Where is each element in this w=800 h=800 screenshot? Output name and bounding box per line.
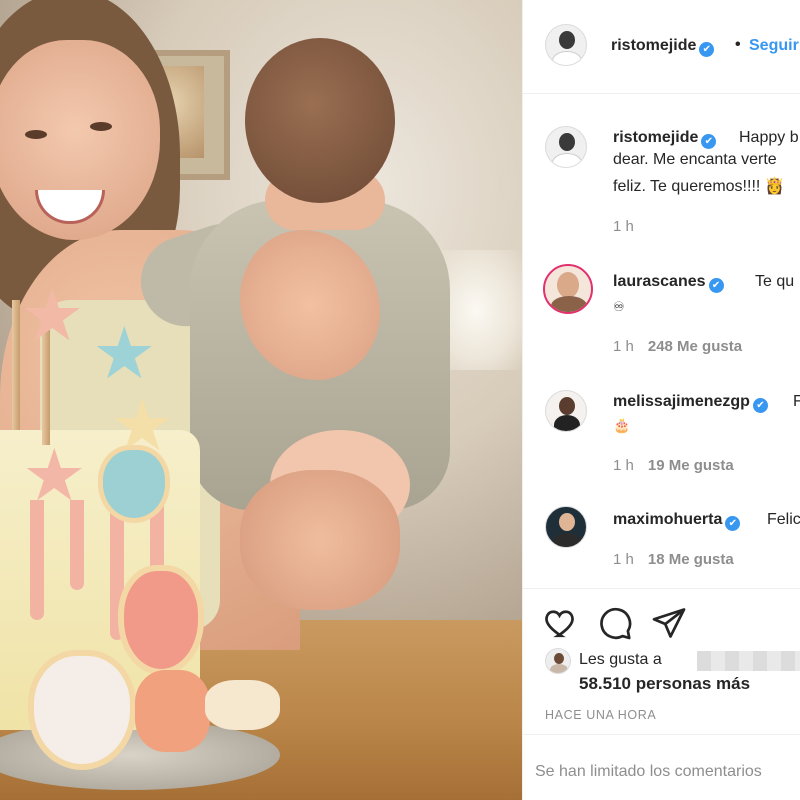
comment-likes[interactable]: 19 Me gusta	[648, 457, 734, 474]
comments-limited-text: Se han limitado los comentarios	[535, 763, 762, 780]
comment-text: F	[793, 391, 800, 413]
verified-badge-icon: ✔	[725, 516, 741, 531]
separator-dot: •	[735, 36, 741, 53]
comment-time[interactable]: 1 h	[613, 218, 634, 235]
commenter-avatar[interactable]	[545, 126, 587, 168]
comment-text: Felic	[767, 511, 800, 528]
eye	[25, 130, 47, 139]
avatar-head	[557, 272, 579, 298]
avatar-head	[559, 31, 575, 49]
verified-badge-icon: ✔	[708, 278, 724, 293]
likes-count[interactable]: 58.510 personas más	[579, 674, 750, 694]
commenter-username-text[interactable]: melissajimenezgp	[613, 393, 750, 410]
avatar-head	[559, 133, 575, 151]
smile	[35, 190, 105, 224]
commenter-username-text[interactable]: maximohuerta	[613, 511, 722, 528]
liker-name-redacted[interactable]	[697, 651, 800, 671]
eye	[90, 122, 112, 131]
avatar-shoulder	[551, 296, 587, 312]
heart-cookie	[28, 650, 136, 770]
author-avatar[interactable]	[545, 24, 587, 66]
avatar-head	[559, 513, 575, 531]
likes-row: Les gusta a	[545, 648, 800, 674]
share-icon[interactable]	[651, 605, 687, 641]
macaron	[135, 670, 210, 752]
likes-prefix: Les gusta a	[579, 651, 662, 668]
post-header: ristomejide ✔ • Seguir	[523, 0, 800, 94]
macaron	[205, 680, 280, 730]
star-cookie: ★	[20, 276, 85, 356]
heart-icon[interactable]	[543, 605, 579, 641]
cake-drip	[30, 500, 44, 620]
commenter-username[interactable]: maximohuerta ✔	[613, 511, 741, 531]
comment-text: Happy b	[739, 129, 799, 146]
star-cookie: ★	[92, 314, 157, 394]
verified-badge-icon: ✔	[699, 42, 715, 57]
woman-hand	[240, 470, 400, 610]
comment: laurascanes ✔ Te qu ♾ 1 h 248 Me gusta	[523, 256, 800, 368]
comments-limited-bar: Se han limitado los comentarios	[523, 734, 800, 800]
commenter-username[interactable]: laurascanes ✔	[613, 273, 724, 293]
author-username-text[interactable]: ristomejide	[611, 37, 696, 54]
avatar-shoulder	[550, 664, 568, 673]
comment-text: Te qu	[755, 273, 795, 290]
caption: ristomejide ✔ Happy b dear. Me encanta ve…	[523, 110, 800, 250]
heart-cookie	[98, 445, 170, 523]
commenter-avatar[interactable]	[545, 390, 587, 432]
comment: maximohuerta ✔ Felic 1 h 18 Me gusta	[523, 494, 800, 584]
comment-time[interactable]: 1 h	[613, 457, 634, 474]
comment-text: feliz. Te queremos!!!! 👸	[613, 178, 785, 195]
avatar-head	[554, 653, 564, 664]
baby-head	[245, 38, 395, 203]
post-photo[interactable]: ★ ★ ★ ★	[0, 0, 522, 800]
comment: melissajimenezgp✔ F 🎂 1 h 19 Me gusta	[523, 376, 800, 486]
commenter-avatar[interactable]	[545, 506, 587, 548]
comment-time[interactable]: 1 h	[613, 338, 634, 355]
comment-likes[interactable]: 248 Me gusta	[648, 338, 742, 355]
comment-text: 🎂	[613, 417, 631, 433]
author-username[interactable]: ristomejide ✔	[611, 37, 715, 57]
commenter-avatar[interactable]	[543, 264, 593, 314]
star-cookie: ★	[22, 436, 87, 516]
comment-icon[interactable]	[597, 605, 633, 641]
follow-button[interactable]: Seguir	[749, 37, 799, 55]
avatar-head	[559, 397, 575, 415]
comment-time[interactable]: 1 h	[613, 551, 634, 568]
candle	[12, 300, 20, 430]
comment-meta: 1 h	[613, 218, 634, 235]
avatar-shoulder	[552, 51, 582, 65]
comment-text: dear. Me encanta verte	[613, 151, 777, 168]
verified-badge-icon: ✔	[752, 398, 768, 413]
commenter-username-text[interactable]: ristomejide	[613, 129, 698, 146]
commenter-username[interactable]: melissajimenezgp ✔	[613, 393, 768, 413]
avatar-shoulder	[554, 415, 580, 431]
avatar-shoulder	[552, 153, 582, 167]
verified-badge-icon: ✔	[701, 134, 717, 149]
comment-likes[interactable]: 18 Me gusta	[648, 551, 734, 568]
avatar-shoulder	[552, 533, 582, 547]
heart-cookie	[118, 565, 204, 675]
comment-meta: 1 h 19 Me gusta	[613, 457, 734, 474]
comment-meta: 1 h 248 Me gusta	[613, 338, 742, 355]
commenter-username-text[interactable]: laurascanes	[613, 273, 706, 290]
post-timestamp[interactable]: HACE UNA HORA	[545, 708, 656, 722]
liker-avatar[interactable]	[545, 648, 571, 674]
comment-text: ♾	[613, 299, 625, 314]
commenter-username[interactable]: ristomejide ✔	[613, 129, 717, 149]
comment-meta: 1 h 18 Me gusta	[613, 551, 734, 568]
post-sidebar: ristomejide ✔ • Seguir ristomejide ✔ Happy…	[522, 0, 800, 800]
